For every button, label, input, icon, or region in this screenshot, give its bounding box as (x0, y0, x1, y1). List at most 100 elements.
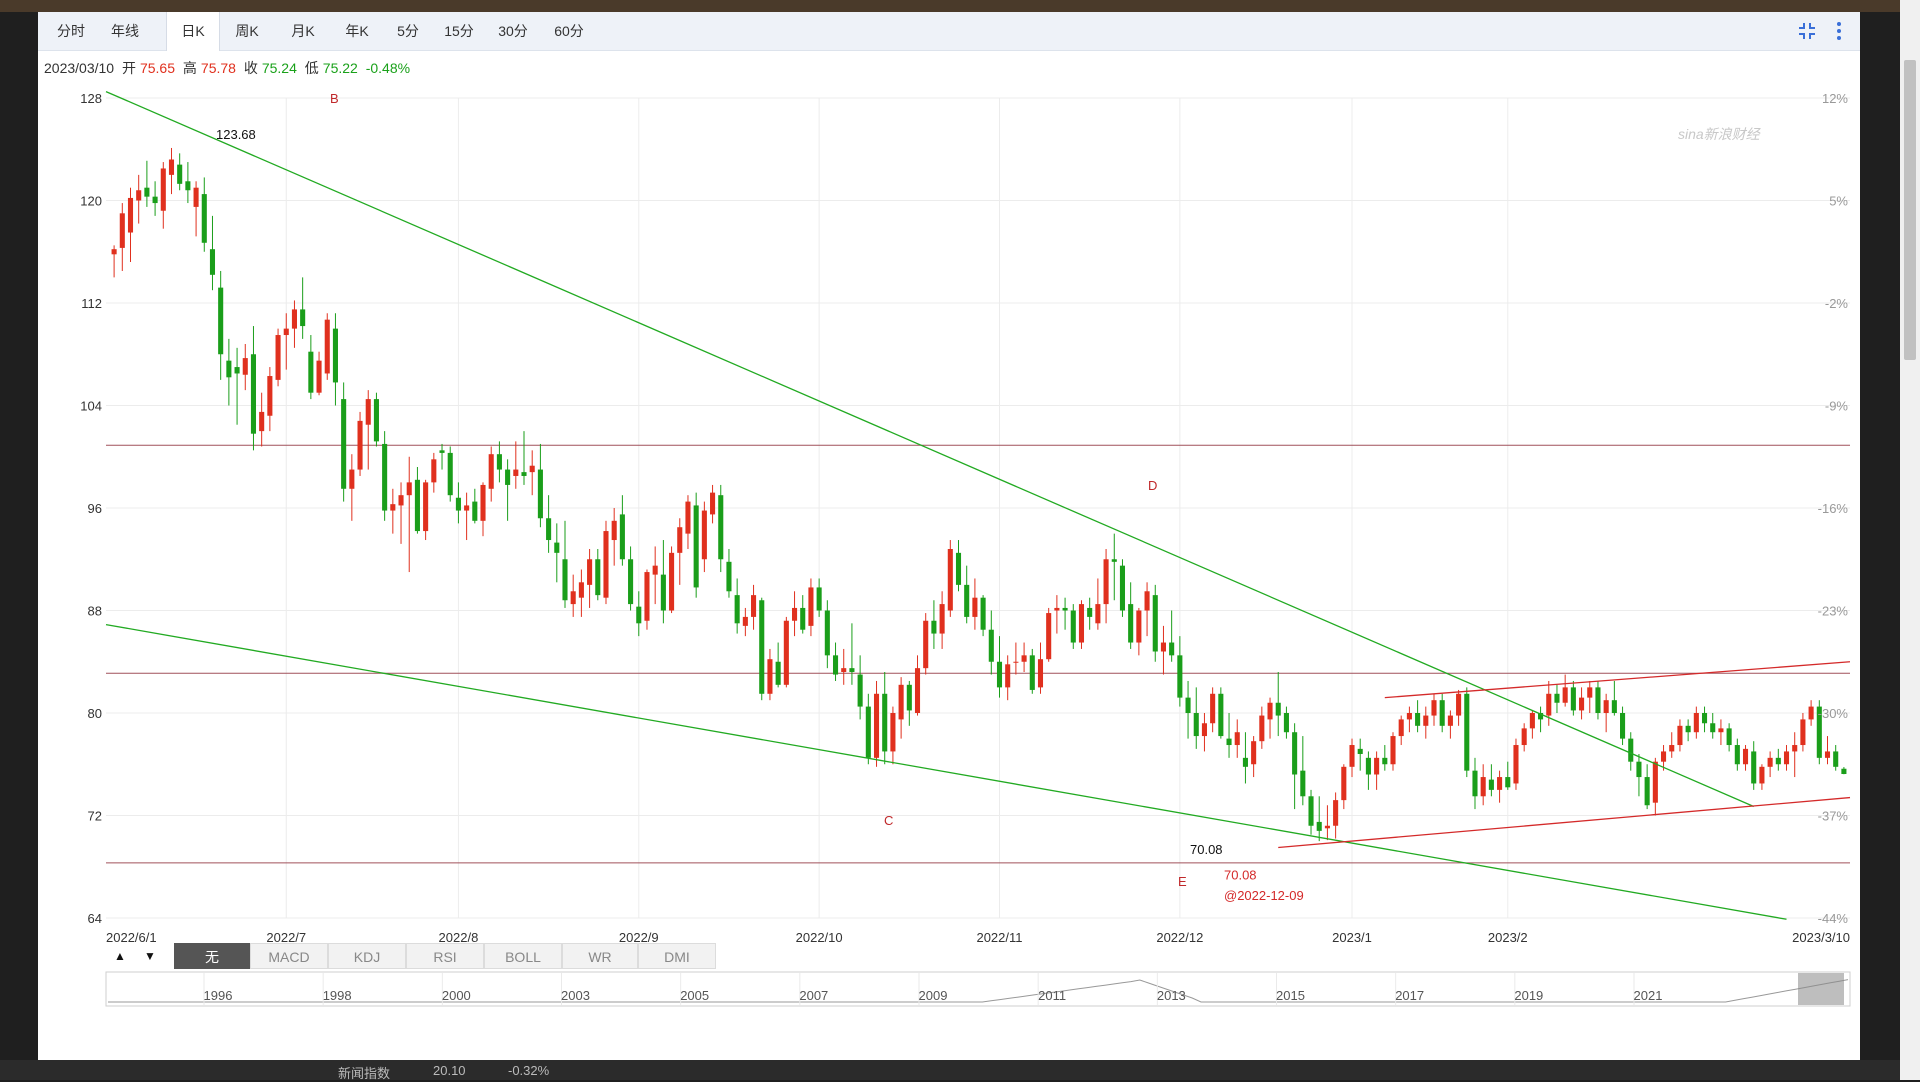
candle-body (201, 194, 207, 243)
candle-body (578, 582, 584, 598)
indicator-wr[interactable]: WR (562, 943, 638, 969)
y-tick-label: 64 (88, 911, 102, 926)
candle-body (988, 629, 994, 662)
y-tick-label: 96 (88, 501, 102, 516)
candle-body (947, 549, 953, 611)
candle-body (996, 661, 1003, 688)
candle-body (701, 510, 707, 560)
candle-body (1767, 757, 1773, 767)
y-right-tick-label: -23% (1818, 604, 1849, 619)
candle-body (1267, 702, 1273, 720)
candle-body (751, 595, 757, 617)
y-right-tick-label: -37% (1818, 809, 1849, 824)
candle-body (529, 465, 535, 473)
y-tick-label: 88 (88, 604, 102, 619)
indicator-none[interactable]: 无 (174, 943, 250, 969)
indicator-macd[interactable]: MACD (250, 943, 328, 969)
candle-body (1078, 604, 1085, 643)
page-scrollbar-thumb[interactable] (1904, 60, 1916, 360)
trendline (105, 90, 1754, 808)
y-tick-label: 80 (88, 706, 102, 721)
candle-body (472, 501, 478, 521)
indicator-kdj[interactable]: KDJ (328, 943, 406, 969)
candle-body (1775, 757, 1781, 765)
candle-body (447, 452, 453, 496)
candle-body (398, 495, 404, 506)
candle-body (390, 504, 396, 511)
candle-body (455, 497, 461, 511)
candle-body (1357, 748, 1363, 754)
candle-body (324, 319, 330, 374)
candle-body (1677, 725, 1683, 746)
indicator-dmi[interactable]: DMI (638, 943, 716, 969)
candle-body (341, 399, 347, 489)
candle-body (882, 693, 888, 752)
label-layer: 128 12% 120 5% 112 -2% 104 -9% 96 -16% 88 -23% 80 -30… (80, 91, 1850, 945)
candle-body (767, 659, 773, 694)
candle-body (783, 620, 789, 685)
candle-body (816, 587, 822, 611)
candle-body (1054, 607, 1060, 611)
candle-body (1759, 766, 1765, 784)
x-tick-label: 2023/3/10 (1792, 930, 1850, 945)
candle-body (1185, 697, 1191, 713)
candle-body (1251, 741, 1257, 765)
candle-body (1177, 655, 1183, 698)
candle-body (808, 587, 814, 626)
candle-body (1128, 604, 1134, 643)
candle-body (1570, 687, 1576, 711)
candle-body (1554, 693, 1560, 703)
candle-body (464, 505, 470, 511)
candle-body (349, 469, 355, 489)
x-tick-label: 2022/6/1 (106, 930, 157, 945)
candle-body (898, 684, 904, 720)
candle-body (1046, 613, 1052, 660)
candle-body (669, 552, 675, 611)
candle-body (546, 518, 552, 541)
candle-body (1710, 723, 1716, 733)
candle-body (1824, 751, 1831, 758)
y-right-tick-label: -9% (1825, 399, 1849, 414)
candle-body (283, 328, 289, 336)
candle-body (423, 482, 429, 532)
watermark-text: sina新浪财经 (1678, 126, 1762, 142)
indicator-boll[interactable]: BOLL (484, 943, 562, 969)
candle-body (1497, 777, 1503, 790)
x-tick-label: 2023/1 (1332, 930, 1372, 945)
candle-body (1546, 693, 1552, 716)
scroll-up-button[interactable]: ▲ (110, 945, 130, 967)
candle-body (1037, 659, 1044, 688)
candle-body (1808, 706, 1814, 720)
candle-body (1718, 728, 1724, 733)
candle-body (873, 693, 880, 758)
indicator-rsi[interactable]: RSI (406, 943, 484, 969)
candle-body (906, 684, 912, 711)
overview-year-label: 2007 (799, 988, 828, 1003)
candle-body (1218, 693, 1224, 737)
candle-body (595, 559, 601, 596)
chart-annotation: 123.68 (216, 127, 256, 142)
candle-body (1726, 728, 1732, 746)
overview-year-label: 2019 (1514, 988, 1543, 1003)
candle-body (1062, 607, 1068, 611)
candle-body (603, 531, 609, 598)
candle-body (496, 454, 502, 470)
candle-body (611, 520, 617, 541)
candle-body (1447, 715, 1453, 726)
overview-window-handle[interactable] (1798, 973, 1844, 1005)
candle-body (914, 668, 921, 713)
overview-year-label: 2021 (1634, 988, 1663, 1003)
candle-body (1300, 770, 1306, 797)
candle-body (570, 591, 576, 605)
candle-body (554, 542, 560, 553)
scroll-down-button[interactable]: ▼ (140, 945, 160, 967)
candle-body (1087, 607, 1093, 617)
candle-body (636, 606, 642, 624)
candle-body (1226, 738, 1232, 746)
candle-body (1283, 713, 1289, 733)
candle-body (1259, 715, 1265, 742)
candle-body (168, 159, 175, 175)
kline-chart[interactable]: 128 12% 120 5% 112 -2% 104 -9% 96 -16% 88 -23% 80 -30… (38, 12, 1860, 1060)
sina-watermark: sina新浪财经 (1678, 126, 1762, 142)
candle-body (857, 674, 863, 707)
